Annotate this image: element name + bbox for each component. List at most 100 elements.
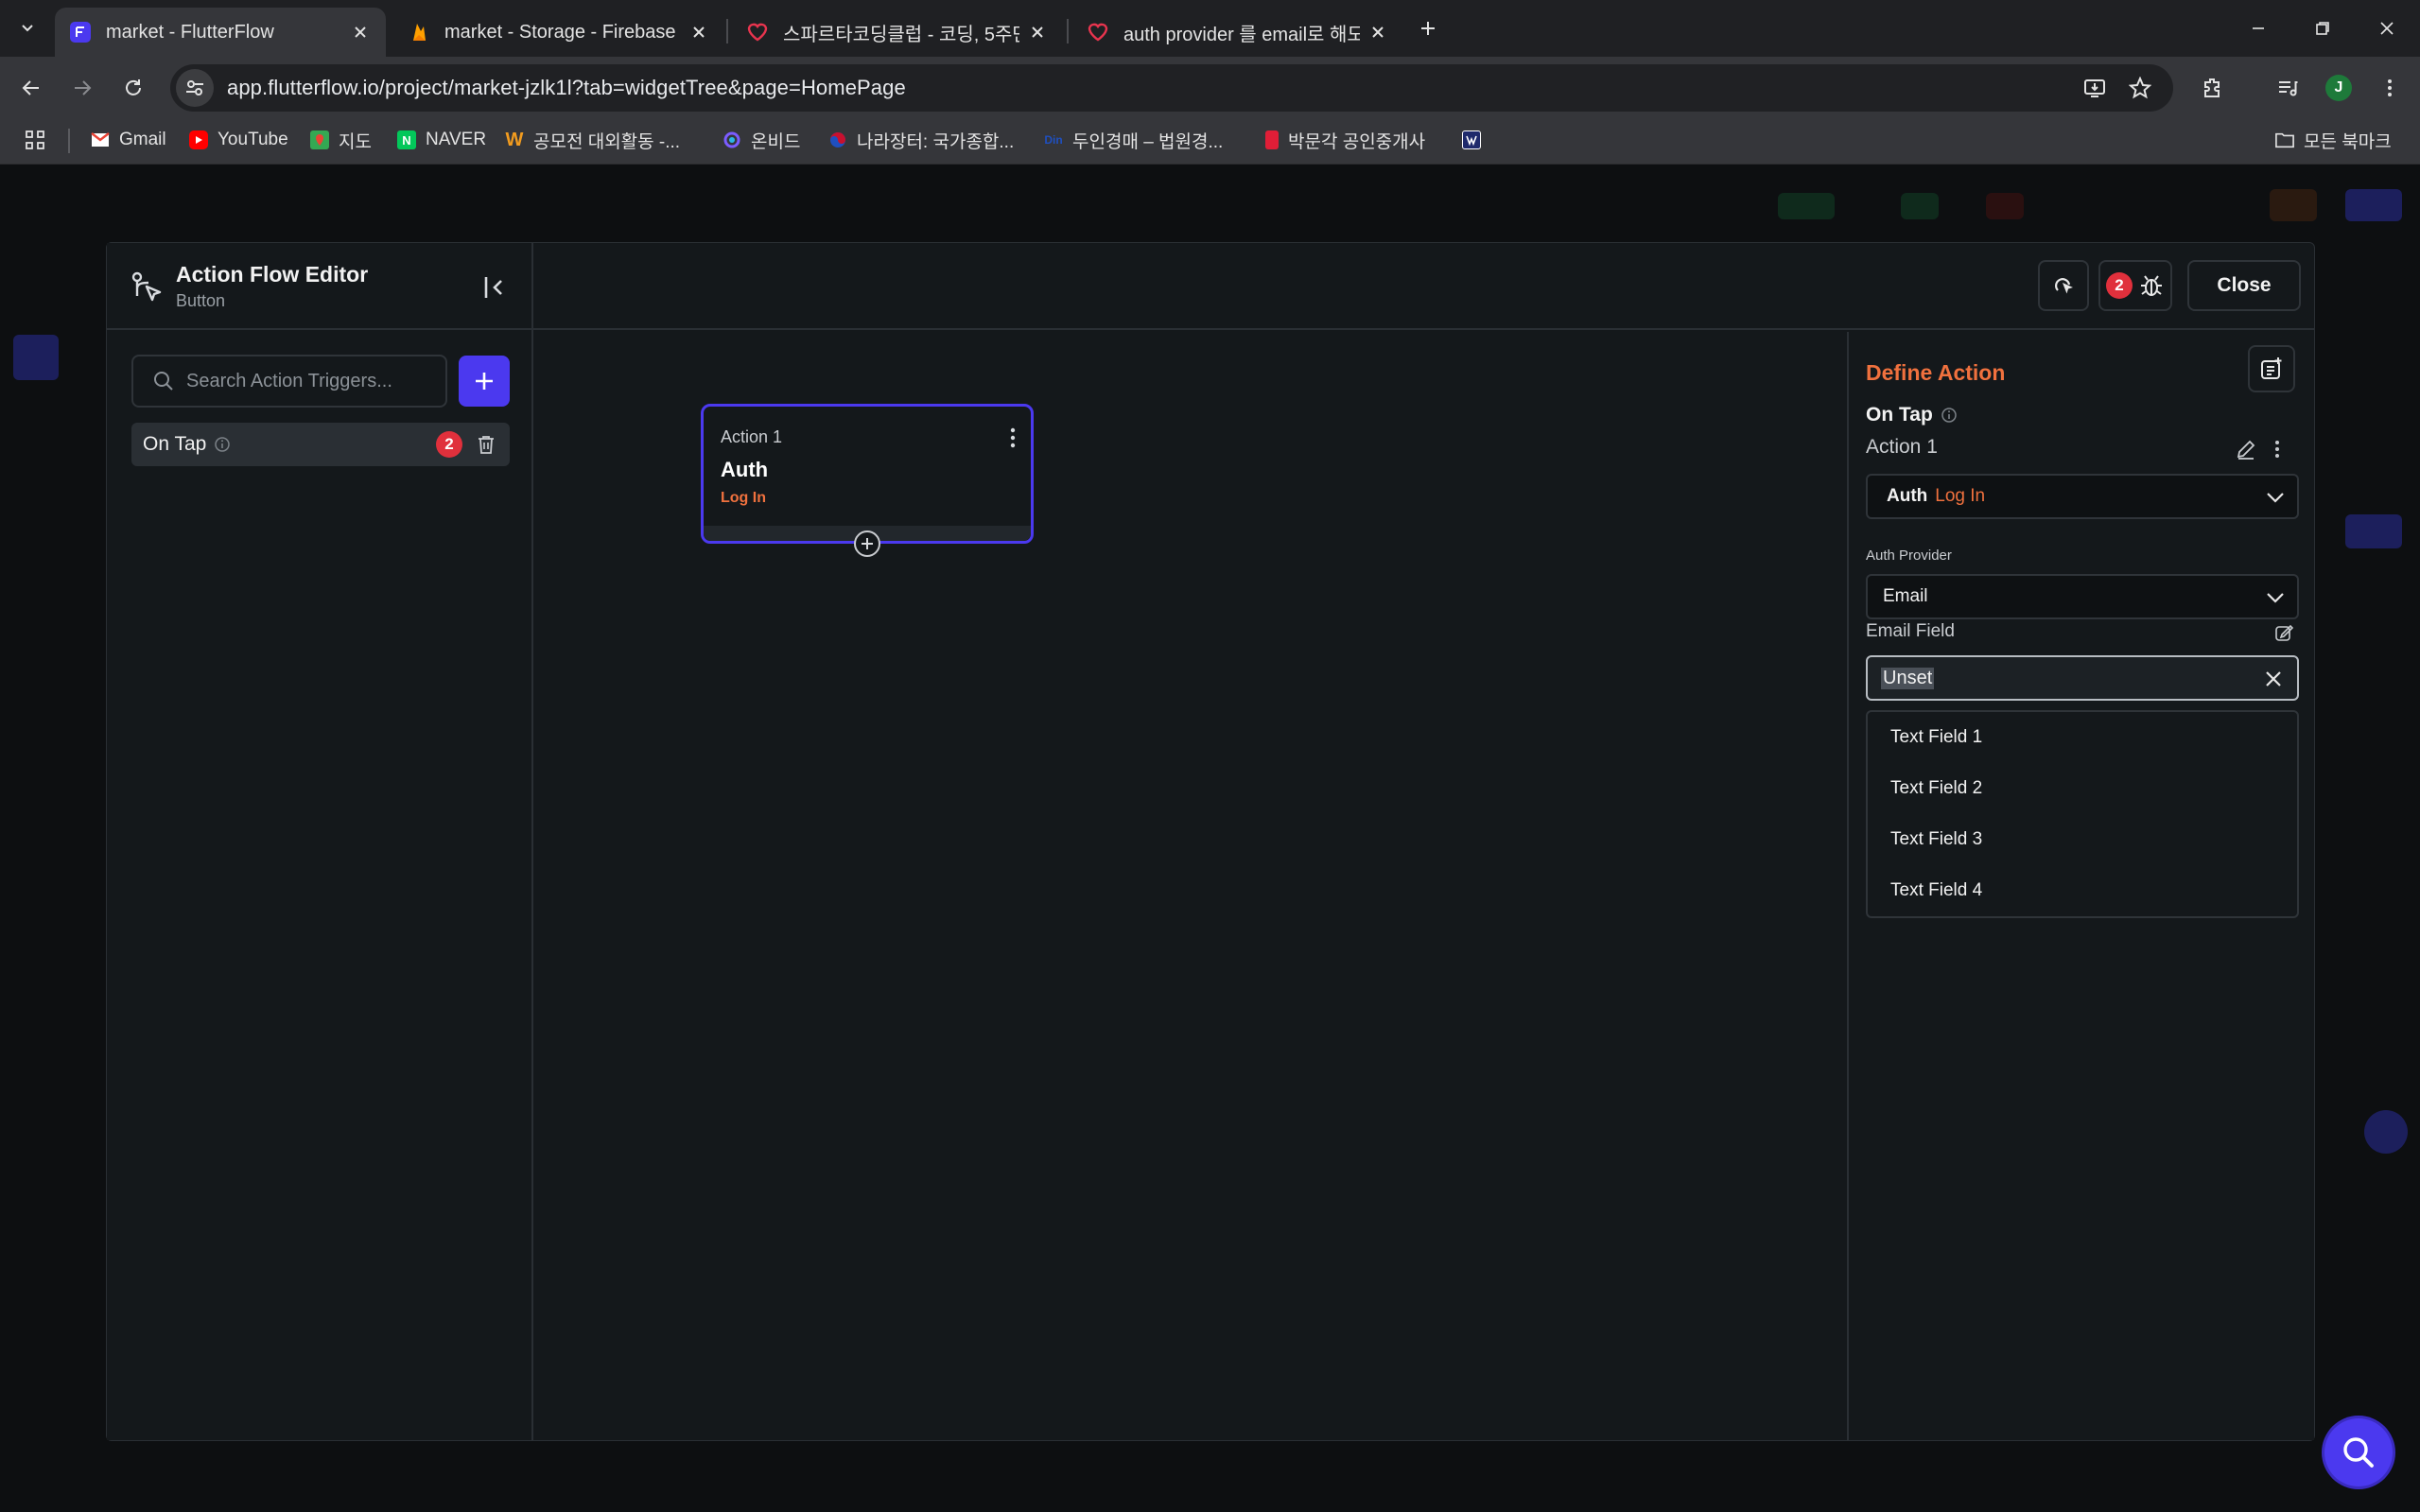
triggers-panel: Action Flow Editor Button On Tap 2 [107,243,533,1440]
add-action-button[interactable] [854,530,880,557]
editor-title: Action Flow Editor [176,262,369,287]
apps-button[interactable] [25,127,45,153]
option-text-field-3[interactable]: Text Field 3 [1890,829,1982,850]
close-icon [2380,22,2394,35]
browser-menu-button[interactable] [2372,70,2408,106]
bookmark-narajangteo[interactable]: 나라장터: 국가종합... [828,127,1014,153]
tab-firebase[interactable]: market - Storage - Firebase Cc [393,8,724,57]
forward-button[interactable] [64,70,100,106]
search-input[interactable] [186,370,423,392]
collapse-panel-icon[interactable] [481,273,510,302]
bookmark-gmail[interactable]: Gmail [91,127,166,153]
bookmark-dooin[interactable]: Din 두인경매 – 법원경... [1044,127,1223,153]
onbid-icon [723,130,741,149]
browser-toolbar: app.flutterflow.io/project/market-jzlk1l… [0,57,2420,117]
arrow-right-icon [75,80,92,96]
info-icon[interactable] [214,436,231,453]
chevron-down-icon [22,25,33,32]
minimize-button[interactable] [2239,11,2277,45]
plus-icon [862,538,873,549]
debug-errors-button[interactable]: 2 [2098,260,2172,311]
bug-icon [2141,275,2162,296]
tab-flutterflow[interactable]: market - FlutterFlow [55,8,386,57]
clear-icon[interactable] [2263,669,2284,689]
install-app-icon[interactable] [2077,70,2113,106]
email-field-input[interactable]: Unset [1866,655,2299,701]
site-settings-icon[interactable] [176,69,214,107]
bookmark-naver[interactable]: N NAVER [397,127,486,153]
edit-pencil-icon[interactable] [2235,438,2257,461]
flutterflow-icon [70,22,91,43]
trigger-item-on-tap[interactable]: On Tap 2 [131,423,510,466]
edit-variable-icon[interactable] [2274,623,2293,642]
profile-button[interactable]: J [2321,70,2357,106]
close-tab-icon[interactable] [1027,22,1048,43]
backdrop-element [1986,193,2024,219]
option-text-field-4[interactable]: Text Field 4 [1890,880,1982,901]
close-button[interactable]: Close [2187,260,2301,311]
action-library-button[interactable] [2248,345,2295,392]
firebase-icon [409,22,429,43]
help-search-button[interactable] [2324,1418,2393,1486]
backdrop-element [2345,189,2402,221]
media-control-icon[interactable] [2270,70,2306,106]
chevron-down-icon [2267,593,2284,603]
plus-icon [1421,22,1435,35]
tab-auth-provider[interactable]: auth provider 를 email로 해도 [1072,8,1403,57]
new-tab-button[interactable] [1413,13,1443,43]
editor-top-bar: 2 Close [533,243,2314,330]
tab-divider [726,19,728,43]
taegeuk-icon [828,130,847,149]
w-logo-icon: W [505,129,524,150]
backdrop-element [1778,193,1835,219]
define-action-panel: Define Action On Tap Action 1 Auth Log I… [1847,332,2314,1440]
bookmark-maps[interactable]: 지도 [310,127,372,153]
auth-provider-value: Email [1883,586,1928,606]
action-node-title: Auth [721,458,769,481]
info-icon[interactable] [1941,407,1958,424]
close-tab-icon[interactable] [1367,22,1388,43]
back-button[interactable] [13,70,49,106]
restore-button[interactable] [2304,11,2342,45]
address-bar[interactable]: app.flutterflow.io/project/market-jzlk1l… [170,64,2173,112]
extensions-icon[interactable] [2194,70,2230,106]
all-bookmarks-folder[interactable]: 모든 북마크 [2275,127,2392,153]
tab-title: market - FlutterFlow [106,21,274,43]
plus-icon [476,373,493,390]
window-close-button[interactable] [2368,11,2406,45]
auth-provider-select[interactable]: Email [1866,574,2299,619]
error-count-badge: 2 [2106,272,2133,299]
ai-action-button[interactable] [2038,260,2089,311]
action-type-select[interactable]: Auth Log In [1866,474,2299,519]
option-text-field-2[interactable]: Text Field 2 [1890,778,1982,799]
sparta-heart-icon [1088,22,1108,43]
add-trigger-button[interactable] [459,356,510,407]
close-tab-icon[interactable] [350,22,371,43]
bookmarks-divider [68,129,70,153]
close-tab-icon[interactable] [688,22,709,43]
bookmark-onbid[interactable]: 온비드 [723,127,800,153]
more-vertical-icon[interactable] [1004,426,1021,450]
bookmark-gongmojeon[interactable]: W 공모전 대외활동 -... [505,127,681,153]
arrow-left-icon [22,80,39,96]
bookmark-bakmungak[interactable]: 박문각 공인중개사 [1265,127,1425,153]
search-icon [154,372,173,391]
tab-sparta[interactable]: 스파르타코딩클럽 - 코딩, 5주만 [732,8,1063,57]
wand-cursor-icon [2055,278,2073,294]
folder-icon [2275,130,2294,149]
tab-search-button[interactable] [9,13,45,43]
more-vertical-icon[interactable] [2269,438,2286,461]
auth-provider-label: Auth Provider [1866,547,1952,564]
tab-divider [1067,19,1069,43]
trigger-label: On Tap [143,433,207,455]
bookmark-youtube[interactable]: YouTube [189,127,288,153]
bookmark-star-icon[interactable] [2122,70,2158,106]
sparta-heart-icon [747,22,768,43]
trash-icon[interactable] [476,434,496,455]
bookmark-extra[interactable] [1462,127,1490,153]
option-text-field-1[interactable]: Text Field 1 [1890,727,1982,748]
trigger-search-field[interactable] [131,355,447,408]
editor-subtitle: Button [176,291,226,310]
reload-button[interactable] [115,70,151,106]
action-node[interactable]: Action 1 Auth Log In [701,404,1034,544]
